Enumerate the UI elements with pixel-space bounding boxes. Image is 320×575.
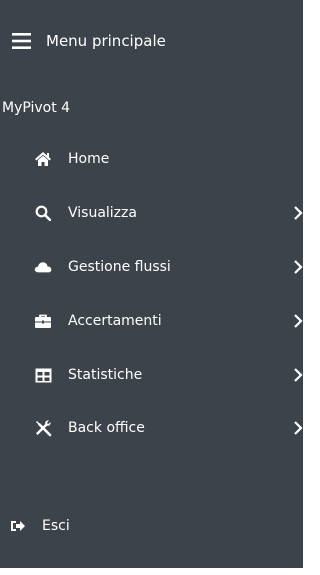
chevron-right-icon bbox=[293, 313, 303, 329]
chevron-right-icon bbox=[293, 367, 303, 383]
chevron-right-icon bbox=[293, 259, 303, 275]
sidebar-item-home[interactable]: Home bbox=[34, 144, 303, 174]
sidebar-item-label: Back office bbox=[68, 420, 145, 436]
sidebar-item-label: Accertamenti bbox=[68, 313, 162, 329]
home-icon bbox=[34, 150, 52, 168]
chevron-right-icon bbox=[293, 420, 303, 436]
sidebar-item-label: Gestione flussi bbox=[68, 259, 171, 275]
sidebar-item-visualizza[interactable]: Visualizza bbox=[34, 198, 303, 228]
sidebar-nav: Menu principale MyPivot 4 Home Visualizz… bbox=[0, 0, 303, 568]
briefcase-icon bbox=[34, 312, 52, 330]
app-title: MyPivot 4 bbox=[2, 100, 71, 116]
main-menu-label: Menu principale bbox=[46, 32, 166, 50]
sidebar-item-label: Home bbox=[68, 151, 110, 167]
sidebar-item-label: Visualizza bbox=[68, 205, 137, 221]
sign-out-icon bbox=[10, 518, 26, 534]
sidebar-item-label: Statistiche bbox=[68, 367, 143, 383]
search-icon bbox=[34, 204, 52, 222]
logout-button[interactable]: Esci bbox=[10, 518, 70, 534]
cloud-icon bbox=[34, 258, 52, 276]
sidebar-item-statistiche[interactable]: Statistiche bbox=[34, 360, 303, 390]
sidebar-item-gestione-flussi[interactable]: Gestione flussi bbox=[34, 252, 303, 282]
main-menu-toggle[interactable]: Menu principale bbox=[12, 32, 166, 50]
sidebar-item-back-office[interactable]: Back office bbox=[34, 413, 303, 443]
chevron-right-icon bbox=[293, 205, 303, 221]
logout-label: Esci bbox=[42, 518, 70, 534]
table-icon bbox=[34, 366, 52, 384]
sidebar-item-accertamenti[interactable]: Accertamenti bbox=[34, 306, 303, 336]
hamburger-icon bbox=[12, 32, 32, 50]
tools-icon bbox=[34, 419, 52, 437]
